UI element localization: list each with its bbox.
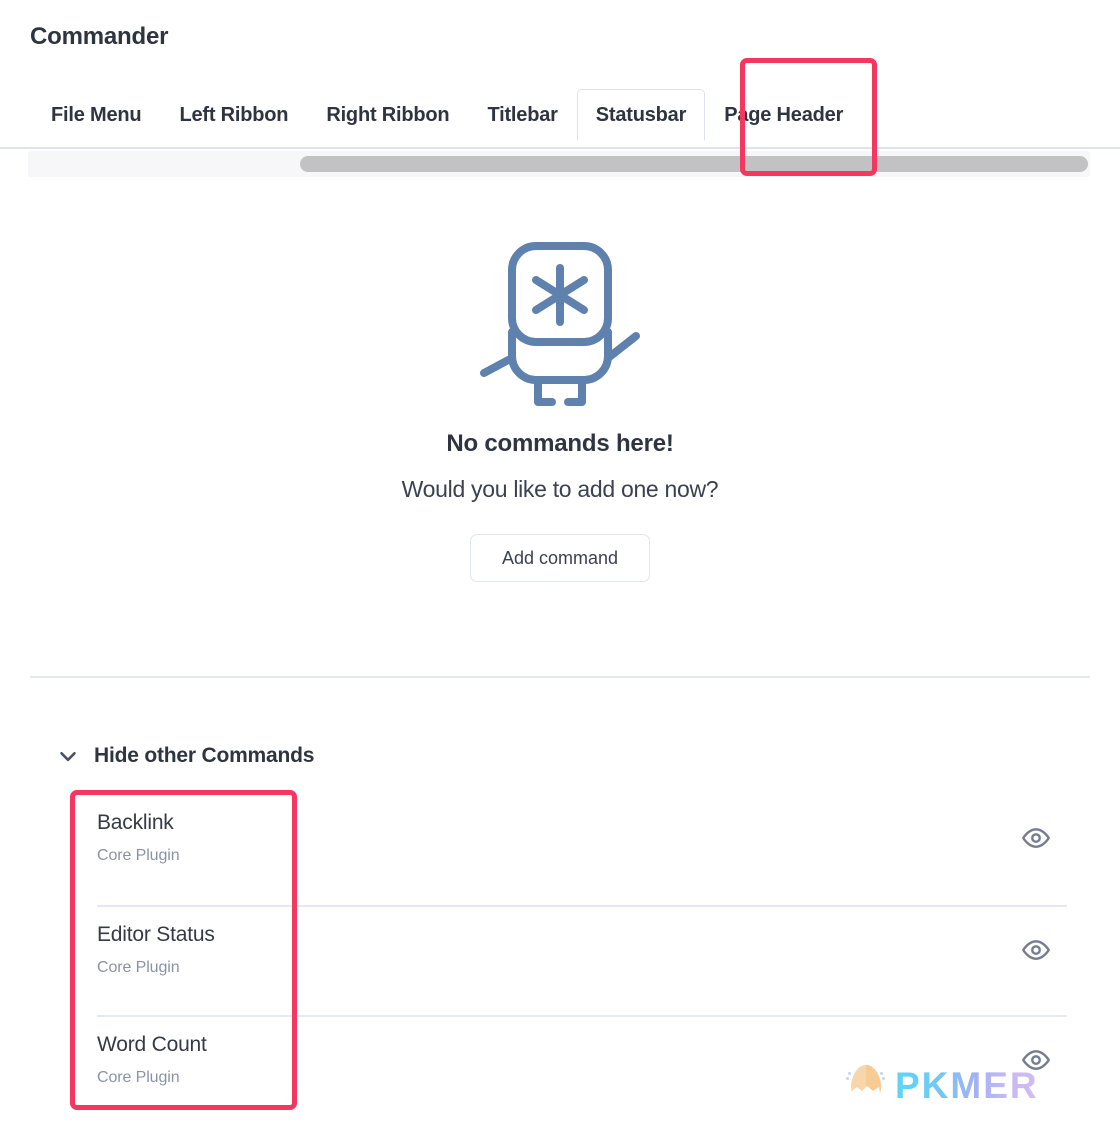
horizontal-scrollbar[interactable] bbox=[28, 151, 1090, 177]
pkmer-watermark-text: PKMER bbox=[895, 1064, 1039, 1106]
hide-other-commands-header[interactable]: Hide other Commands bbox=[55, 743, 314, 769]
section-divider bbox=[30, 676, 1090, 678]
chevron-down-icon bbox=[60, 751, 76, 762]
command-info: Word Count Core Plugin bbox=[97, 1017, 207, 1087]
add-command-button[interactable]: Add command bbox=[469, 534, 651, 582]
pkmer-watermark: PKMER bbox=[845, 1063, 1039, 1107]
table-row[interactable]: Backlink Core Plugin bbox=[97, 795, 1067, 905]
tab-bar: File Menu Left Ribbon Right Ribbon Title… bbox=[0, 83, 1120, 149]
tab-statusbar[interactable]: Statusbar bbox=[576, 89, 706, 141]
page-title: Commander bbox=[30, 23, 169, 50]
command-source: Core Plugin bbox=[97, 847, 180, 864]
tab-left-ribbon[interactable]: Left Ribbon bbox=[160, 89, 307, 141]
command-name: Word Count bbox=[97, 1033, 207, 1056]
section-title: Hide other Commands bbox=[94, 744, 315, 767]
tab-file-menu[interactable]: File Menu bbox=[32, 89, 160, 141]
commander-settings-page: Commander File Menu Left Ribbon Right Ri… bbox=[0, 0, 1120, 1147]
command-name: Editor Status bbox=[97, 923, 215, 946]
robot-asterisk-illustration bbox=[480, 242, 640, 406]
eye-icon[interactable] bbox=[1021, 823, 1051, 853]
command-info: Editor Status Core Plugin bbox=[97, 907, 215, 977]
command-source: Core Plugin bbox=[97, 959, 180, 976]
command-name: Backlink bbox=[97, 811, 174, 834]
tab-titlebar[interactable]: Titlebar bbox=[468, 89, 576, 141]
tab-right-ribbon[interactable]: Right Ribbon bbox=[307, 89, 468, 141]
command-info: Backlink Core Plugin bbox=[97, 795, 180, 865]
scrollbar-thumb[interactable] bbox=[300, 156, 1088, 172]
table-row[interactable]: Editor Status Core Plugin bbox=[97, 905, 1067, 1015]
empty-state-subtitle: Would you like to add one now? bbox=[401, 476, 719, 502]
command-source: Core Plugin bbox=[97, 1069, 180, 1086]
tab-page-header[interactable]: Page Header bbox=[705, 89, 862, 141]
empty-state-title: No commands here! bbox=[446, 430, 674, 457]
eye-icon[interactable] bbox=[1021, 935, 1051, 965]
empty-state: No commands here! Would you like to add … bbox=[0, 232, 1120, 582]
pkmer-egg-logo bbox=[846, 1065, 885, 1104]
